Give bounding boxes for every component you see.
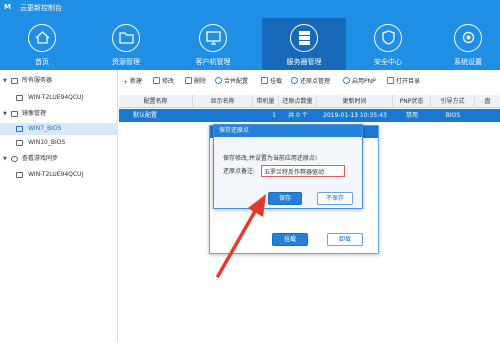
sidebar-item-label: 镜像管理 — [22, 110, 47, 117]
restore-icon — [291, 77, 298, 84]
delete-icon — [185, 77, 192, 84]
sidebar-item-label: WIN-T2LUE94QCUJ — [28, 171, 84, 178]
cell-name: 默认配置 — [133, 112, 158, 119]
image-icon — [16, 140, 23, 146]
column-header[interactable]: 盘 — [475, 95, 500, 108]
monitor-icon — [199, 24, 227, 52]
restore-note-label: 还原点备注: — [223, 168, 256, 175]
mount-confirm-button[interactable]: 挂载 — [272, 233, 308, 246]
restore-point-button[interactable]: 还原点管理 — [291, 76, 330, 88]
pc-icon — [16, 172, 23, 178]
column-header[interactable]: 更新时间 — [317, 95, 393, 108]
restore-note-input[interactable] — [261, 165, 345, 177]
folder-icon — [112, 24, 140, 52]
server-group-icon — [11, 78, 18, 84]
cell-pnp: 禁用 — [405, 112, 418, 119]
dont-save-button[interactable]: 不保存 — [317, 192, 353, 205]
nav-label: 系统设置 — [454, 58, 482, 66]
edit-button[interactable]: 修改 — [153, 76, 174, 88]
cell-disk — [475, 109, 500, 122]
sync-icon — [11, 156, 18, 162]
merge-config-button[interactable]: 合并配置 — [215, 76, 248, 88]
sidebar-item-all-servers[interactable]: ▼ 所有服务器 — [0, 75, 118, 87]
nav-security[interactable]: 安全中心 — [356, 18, 420, 70]
nav-clients[interactable]: 客户机管理 — [178, 18, 248, 70]
dialog-title: 保存还原点 — [214, 125, 362, 137]
cell-restore: 共 0 个 — [288, 112, 308, 119]
nav-label: 首页 — [35, 58, 49, 66]
cell-boot: BIOS — [445, 112, 461, 119]
toolbar: + 新建 修改 删除 合并配置 挂载 还原点管理 启用PNP 打开目录 — [119, 74, 500, 90]
title-row: M 云更新控制台 — [0, 0, 500, 15]
gear-icon — [454, 24, 482, 52]
mount-icon — [261, 77, 268, 84]
nav-servers[interactable]: 服务器管理 — [262, 18, 346, 70]
sidebar-item-game-sync[interactable]: ▼ 查看游戏同步 — [0, 153, 118, 165]
pnp-icon — [343, 77, 350, 84]
sidebar: ▼ 所有服务器 WIN-T2LUE94QCUJ ▼ 镜像管理 WIN7_BIOS… — [0, 70, 118, 342]
sidebar-item-label: 所有服务器 — [22, 77, 53, 84]
collapse-triangle-icon[interactable]: ▼ — [3, 75, 7, 87]
sidebar-item-label: WIN10_BIOS — [28, 139, 66, 146]
table-row[interactable]: 默认配置 1 共 0 个 2019-01-13 10:35:43 禁用 BIOS — [119, 109, 500, 122]
nav-label: 服务器管理 — [286, 58, 322, 66]
plus-icon: + — [123, 79, 129, 86]
column-header[interactable]: 配置名称 — [119, 95, 193, 108]
annotation-arrow-icon — [216, 194, 266, 278]
main-nav: 首页 资源管理 客户机管理 服务器管理 安全中心 系统设置 — [0, 18, 500, 70]
merge-icon — [215, 77, 222, 84]
sidebar-item-server[interactable]: WIN-T2LUE94QCUJ — [0, 92, 118, 104]
delete-button[interactable]: 删除 — [185, 76, 206, 88]
edit-icon — [153, 77, 160, 84]
column-header[interactable]: 引导方式 — [431, 95, 475, 108]
home-icon — [28, 24, 56, 52]
column-header[interactable]: PNP状态 — [393, 95, 431, 108]
sidebar-item-image-management[interactable]: ▼ 镜像管理 — [0, 108, 118, 120]
sidebar-item-sync-server[interactable]: WIN-T2LUE94QCUJ — [0, 169, 118, 181]
nav-label: 安全中心 — [374, 58, 402, 66]
dialog-message: 保存修改,并设置为当前应用还原点! — [223, 155, 318, 162]
nav-home[interactable]: 首页 — [10, 18, 74, 70]
nav-label: 客户机管理 — [195, 58, 231, 66]
new-button[interactable]: + 新建 — [123, 76, 142, 88]
column-header[interactable]: 显示名称 — [193, 95, 253, 108]
shield-icon — [374, 24, 402, 52]
app-title: 云更新控制台 — [20, 4, 62, 12]
sidebar-item-win7-bios[interactable]: WIN7_BIOS — [0, 123, 118, 135]
sidebar-item-label: WIN7_BIOS — [28, 125, 62, 132]
collapse-triangle-icon[interactable]: ▼ — [3, 153, 7, 165]
sidebar-item-win10-bios[interactable]: WIN10_BIOS — [0, 137, 118, 149]
image-icon — [16, 126, 23, 132]
column-header[interactable]: 带机量 — [253, 95, 279, 108]
open-folder-icon — [387, 77, 394, 84]
cell-time: 2019-01-13 10:35:43 — [323, 112, 387, 119]
cell-count: 1 — [272, 112, 276, 119]
open-folder-button[interactable]: 打开目录 — [387, 76, 420, 88]
nav-label: 资源管理 — [112, 58, 140, 66]
nav-resources[interactable]: 资源管理 — [94, 18, 158, 70]
image-group-icon — [11, 111, 18, 117]
pc-icon — [16, 95, 23, 101]
nav-settings[interactable]: 系统设置 — [436, 18, 500, 70]
enable-pnp-button[interactable]: 启用PNP — [343, 76, 376, 88]
table-header: 配置名称 显示名称 带机量 还原点数量 更新时间 PNP状态 引导方式 盘 — [119, 95, 500, 108]
top-bar: M 云更新控制台 首页 资源管理 客户机管理 服务器管理 安全中心 系统设置 — [0, 0, 500, 70]
server-icon — [290, 24, 318, 52]
collapse-triangle-icon[interactable]: ▼ — [3, 108, 7, 120]
cell-display — [193, 109, 253, 122]
mount-button[interactable]: 挂载 — [261, 76, 282, 88]
app-logo-icon: M — [4, 3, 11, 11]
sidebar-item-label: WIN-T2LUE94QCUJ — [28, 94, 84, 101]
sidebar-item-label: 查看游戏同步 — [22, 155, 59, 162]
unmount-button[interactable]: 卸载 — [327, 233, 363, 246]
column-header[interactable]: 还原点数量 — [279, 95, 317, 108]
